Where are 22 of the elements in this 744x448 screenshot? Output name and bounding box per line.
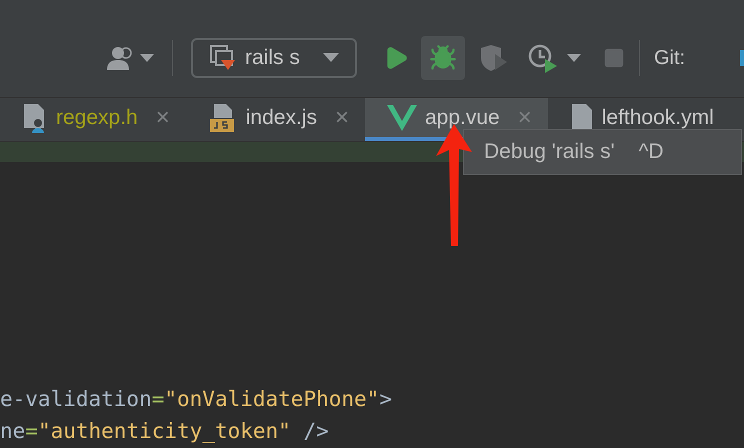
editor-tab[interactable]: lefthook.yml [548, 98, 730, 141]
ruby-config-icon [209, 44, 237, 72]
close-icon[interactable]: × [334, 100, 349, 136]
vue-logo-icon [386, 104, 417, 130]
tooltip-text: Debug 'rails s' [484, 139, 615, 166]
editor-tab[interactable]: index.js × [186, 98, 365, 141]
profiler-icon[interactable] [527, 42, 559, 72]
shortcut-text: ^D [638, 139, 664, 166]
debug-button[interactable] [421, 36, 465, 80]
caret-icon[interactable] [567, 54, 581, 62]
code-line: ne="authenticity_token" /> [0, 418, 330, 445]
code-line: e-validation="onValidatePhone"> [0, 386, 393, 413]
run-configuration-dropdown[interactable]: rails s [191, 38, 357, 78]
caret-icon[interactable] [140, 54, 154, 62]
bug-icon [429, 44, 457, 72]
close-icon[interactable]: × [156, 100, 170, 136]
caret-icon [323, 53, 339, 62]
git-label: Git: [654, 46, 686, 70]
vcs-icon[interactable] [740, 50, 744, 66]
stop-icon[interactable] [603, 46, 625, 68]
editor-tab[interactable]: regexp.h × [0, 98, 186, 141]
coverage-icon[interactable] [479, 44, 509, 72]
